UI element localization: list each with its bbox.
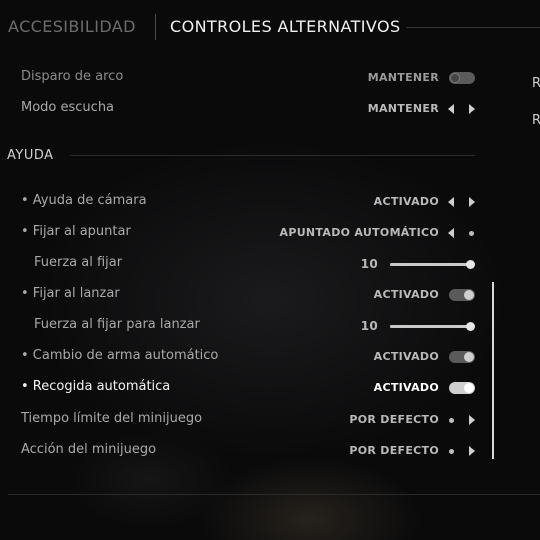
setting-accion-del-minijuego[interactable]: Acción del minijuego POR DEFECTO <box>0 439 480 463</box>
setting-tiempo-limite-del-minijuego[interactable]: Tiempo límite del minijuego POR DEFECTO <box>0 408 480 432</box>
dot-icon <box>449 449 454 454</box>
setting-disparo-de-arco[interactable]: Disparo de arco MANTENER <box>0 66 480 90</box>
tab-controles-alternativos[interactable]: CONTROLES ALTERNATIVOS <box>170 17 401 36</box>
setting-value: MANTENER <box>367 71 439 84</box>
slider-thumb[interactable] <box>466 260 475 269</box>
setting-label: • Cambio de arma automático <box>21 348 219 363</box>
slider-track[interactable] <box>390 260 475 269</box>
slider-track[interactable] <box>390 322 475 331</box>
slider-fill <box>390 263 470 266</box>
setting-ayuda-de-camara[interactable]: • Ayuda de cámara ACTIVADO <box>0 190 480 214</box>
dot-icon <box>469 231 474 236</box>
setting-label: Modo escucha <box>21 100 115 115</box>
setting-value: ACTIVADO <box>373 350 439 363</box>
side-panel-label: R <box>532 113 540 128</box>
header-divider <box>406 27 540 28</box>
setting-modo-escucha[interactable]: Modo escucha MANTENER <box>0 97 480 121</box>
arrow-left-icon[interactable] <box>448 228 454 238</box>
toggle-switch[interactable] <box>449 351 475 363</box>
setting-label: • Ayuda de cámara <box>21 193 147 208</box>
arrow-left-icon[interactable] <box>448 104 454 114</box>
setting-value: ACTIVADO <box>373 195 439 208</box>
setting-value: MANTENER <box>367 102 439 115</box>
setting-fijar-al-lanzar[interactable]: • Fijar al lanzar ACTIVADO <box>0 283 480 307</box>
setting-label: Tiempo límite del minijuego <box>21 411 203 426</box>
footer-divider <box>8 494 540 495</box>
scrollbar[interactable] <box>492 282 494 459</box>
section-divider <box>70 155 475 156</box>
setting-label: Fuerza al fijar para lanzar <box>34 317 200 332</box>
slider-fill <box>390 325 470 328</box>
setting-value: POR DEFECTO <box>349 444 439 457</box>
setting-label: • Recogida automática <box>21 379 171 394</box>
toggle-switch[interactable] <box>449 72 475 84</box>
toggle-knob <box>464 290 474 300</box>
arrow-right-icon[interactable] <box>469 446 475 456</box>
header: ACCESIBILIDAD CONTROLES ALTERNATIVOS <box>0 0 540 56</box>
arrow-right-icon[interactable] <box>469 415 475 425</box>
setting-value: ACTIVADO <box>373 288 439 301</box>
setting-label: • Fijar al lanzar <box>21 286 120 301</box>
arrow-right-icon[interactable] <box>469 104 475 114</box>
toggle-knob <box>464 352 474 362</box>
setting-value: 10 <box>360 319 378 333</box>
side-panel-label: R <box>532 76 540 91</box>
setting-fuerza-al-fijar[interactable]: Fuerza al fijar 10 <box>0 252 480 276</box>
tab-accesibilidad[interactable]: ACCESIBILIDAD <box>8 17 136 36</box>
setting-recogida-automatica[interactable]: • Recogida automática ACTIVADO <box>0 376 480 400</box>
setting-label: • Fijar al apuntar <box>21 224 131 239</box>
arrow-left-icon[interactable] <box>448 197 454 207</box>
slider-thumb[interactable] <box>466 322 475 331</box>
setting-label: Disparo de arco <box>21 69 124 84</box>
setting-label: Fuerza al fijar <box>34 255 123 270</box>
section-title-ayuda: AYUDA <box>7 148 54 163</box>
setting-label: Acción del minijuego <box>21 442 157 457</box>
setting-cambio-de-arma-automatico[interactable]: • Cambio de arma automático ACTIVADO <box>0 345 480 369</box>
toggle-switch[interactable] <box>449 289 475 301</box>
tab-divider <box>155 14 156 40</box>
setting-value: APUNTADO AUTOMÁTICO <box>279 226 439 239</box>
setting-value: 10 <box>360 257 378 271</box>
setting-value: ACTIVADO <box>373 381 439 394</box>
toggle-switch[interactable] <box>449 382 475 394</box>
setting-fijar-al-apuntar[interactable]: • Fijar al apuntar APUNTADO AUTOMÁTICO <box>0 221 480 245</box>
arrow-right-icon[interactable] <box>469 197 475 207</box>
toggle-knob <box>450 73 460 83</box>
toggle-knob <box>464 383 474 393</box>
setting-value: POR DEFECTO <box>349 413 439 426</box>
setting-fuerza-al-fijar-para-lanzar[interactable]: Fuerza al fijar para lanzar 10 <box>0 314 480 338</box>
dot-icon <box>449 418 454 423</box>
